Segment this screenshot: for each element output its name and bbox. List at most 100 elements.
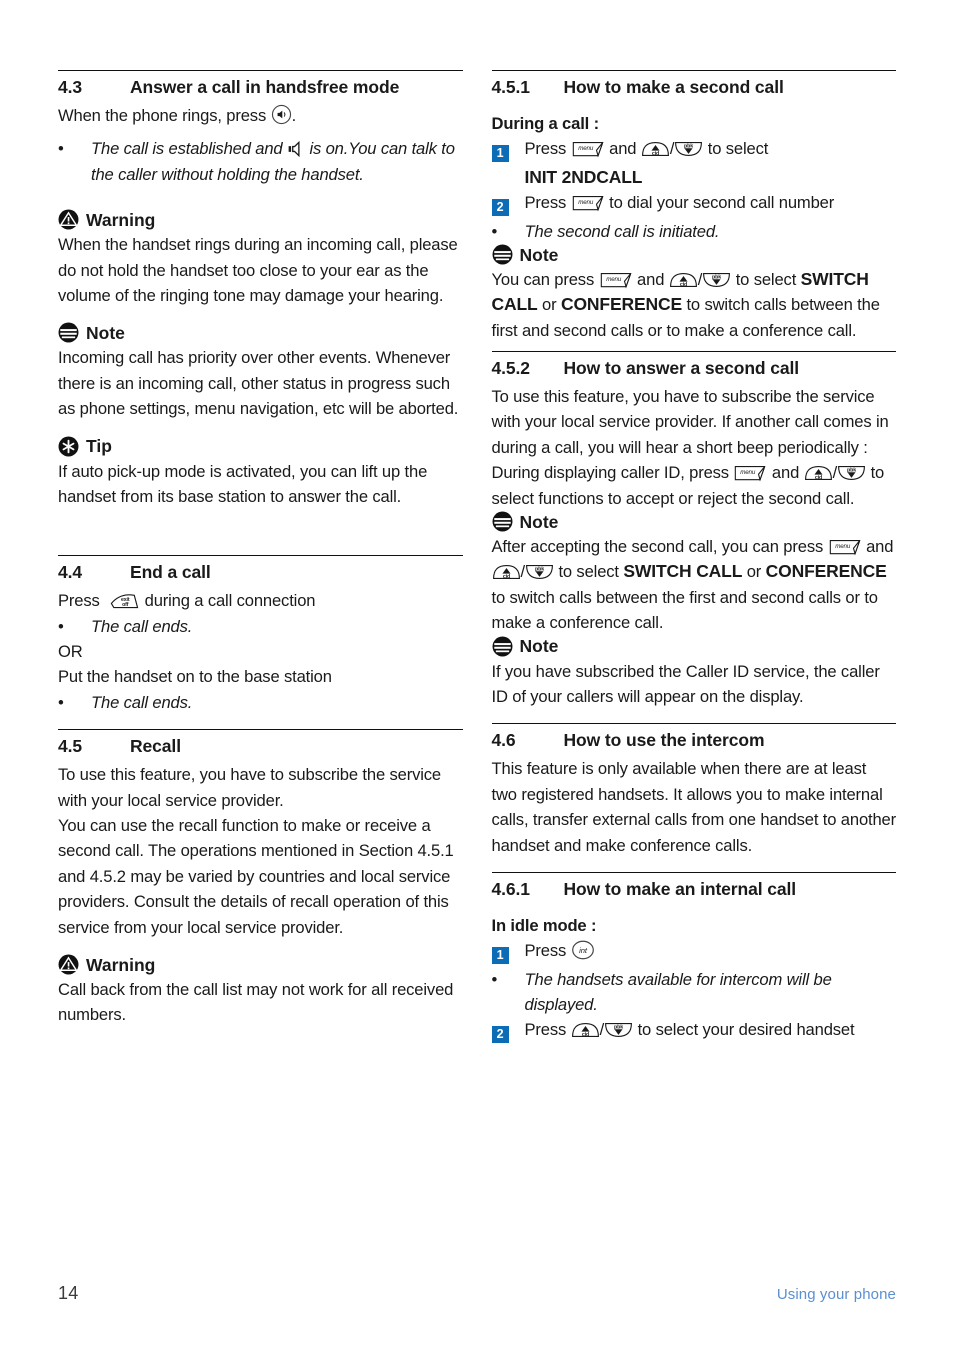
two-column-body: 4.3 Answer a call in handsfree mode When… <box>58 70 896 1046</box>
manual-page: menu cid pbk exit off <box>0 0 954 1349</box>
callout-label: Note <box>519 244 559 265</box>
menu-key-icon <box>828 539 862 556</box>
heading-number: 4.6 <box>491 730 516 751</box>
bullet-second-call-initiated: • The second call is initiated. <box>492 219 897 244</box>
menu-key-icon <box>571 141 605 158</box>
step-text-after: to dial your second call number <box>609 193 835 213</box>
heading-4-6: 4.6 How to use the intercom <box>492 730 897 752</box>
bullet-dot: • <box>491 221 498 241</box>
bullet-text-part1: The call is established and <box>91 139 283 159</box>
heading-number: 4.5.1 <box>491 77 531 97</box>
bullet-text: The second call is initiated. <box>524 221 720 241</box>
bullet-text: The handsets available for intercom will… <box>524 969 832 1015</box>
note-circle-icon <box>492 244 513 265</box>
step-461-2: 2 Press / to select your desired handset <box>491 1017 897 1045</box>
left-column: 4.3 Answer a call in handsfree mode When… <box>58 70 463 1046</box>
step-number: 2 <box>491 1026 509 1044</box>
step-number: 1 <box>491 145 509 163</box>
note-bold-switch-call: SWITCH CALL <box>623 561 743 582</box>
step-number: 2 <box>491 199 509 217</box>
heading-title: End a call <box>130 562 211 583</box>
step-text: Press to dial your second call number <box>525 190 897 218</box>
para-text-and: and <box>771 463 800 483</box>
step-badge: 2 <box>491 190 525 218</box>
callout-label: Tip <box>86 436 112 457</box>
step-451-1-result: INIT 2NDCALL <box>492 165 897 190</box>
warning-triangle-icon <box>58 954 79 975</box>
heading-number: 4.5 <box>58 736 83 757</box>
speaker-key-icon <box>271 104 292 125</box>
up-cid-key-icon <box>641 140 670 158</box>
heading-4-4: 4.4 End a call <box>58 562 463 584</box>
down-pbk-key-icon <box>674 140 703 158</box>
heading-title: How to use the intercom <box>563 730 765 751</box>
step-text: Press <box>525 938 897 966</box>
section-rule <box>491 351 896 353</box>
intro-text-after: . <box>291 105 297 125</box>
recall-paragraph-1: To use this feature, you have to subscri… <box>58 765 441 810</box>
step-text-mid: and <box>609 139 637 159</box>
callout-note-452b-text: If you have subscribed the Caller ID ser… <box>491 661 880 707</box>
callout-note-451-text: You can press and / to select SWITCH CAL… <box>491 268 880 340</box>
callout-note-452a-header: Note <box>492 511 897 532</box>
section-rule <box>58 70 463 71</box>
footer-section-label: Using your phone <box>776 1286 896 1303</box>
section-rule <box>491 70 896 71</box>
heading-4-5: 4.5 Recall <box>58 736 463 758</box>
menu-key-icon <box>571 195 605 212</box>
bullet-handsfree-result: • The call is established and is on.You … <box>58 136 463 187</box>
paragraph-452-2: During displaying caller ID, press and /… <box>491 463 885 508</box>
alt-end-call-line: Put the handset on to the base station <box>58 667 332 687</box>
page-footer: 14 Using your phone <box>58 1283 896 1304</box>
heading-title: Answer a call in handsfree mode <box>130 77 400 97</box>
down-pbk-key-icon <box>837 464 866 482</box>
callout-warning-1-text: When the handset rings during an incomin… <box>58 235 458 305</box>
up-cid-key-icon <box>492 563 521 581</box>
heading-4-5-1: 4.5.1 How to make a second call <box>492 77 897 99</box>
step-badge: 2 <box>491 1017 525 1045</box>
warning-triangle-icon <box>58 209 79 230</box>
section-rule <box>58 729 463 731</box>
down-pbk-key-icon <box>525 563 554 581</box>
heading-4-6-1: 4.6.1 How to make an internal call <box>492 879 897 901</box>
step-badge-placeholder <box>492 165 525 190</box>
note-circle-icon <box>58 322 79 343</box>
subhead-in-idle-mode: In idle mode : <box>491 915 597 935</box>
bullet-dot: • <box>491 969 498 989</box>
note-after-icons: to select <box>558 562 619 582</box>
callout-note-1-text: Incoming call has priority over other ev… <box>58 348 459 419</box>
callout-label: Warning <box>86 209 156 230</box>
bullet-text: The call is established and is on.You ca… <box>91 136 463 187</box>
heading-title: How to make a second call <box>563 77 784 97</box>
bullet-call-ends-1: • The call ends. <box>58 614 463 639</box>
step-text-before: Press <box>524 139 567 159</box>
press-text-after: during a call connection <box>144 591 316 611</box>
speaker-on-icon <box>287 140 305 158</box>
note-bold-conference: CONFERENCE <box>560 294 682 315</box>
bullet-dot: • <box>58 616 64 636</box>
heading-title: How to answer a second call <box>563 358 800 379</box>
note-circle-icon <box>492 511 513 532</box>
exit-off-key-icon <box>104 592 140 610</box>
up-cid-key-icon <box>804 464 833 482</box>
heading-4-5-2: 4.5.2 How to answer a second call <box>492 358 897 380</box>
down-pbk-key-icon <box>604 1021 633 1039</box>
callout-label: Warning <box>86 954 156 975</box>
subhead-during-a-call: During a call : <box>491 113 600 133</box>
right-column: 4.5.1 How to make a second call During a… <box>491 70 897 1046</box>
section-rule <box>491 723 896 725</box>
step-badge: 1 <box>491 938 525 966</box>
heading-title: Recall <box>130 736 181 757</box>
para-text-before: During displaying caller ID, press <box>491 463 730 483</box>
note-between: or <box>746 562 762 582</box>
step-number: 1 <box>491 947 509 965</box>
bullet-dot: • <box>58 139 64 159</box>
